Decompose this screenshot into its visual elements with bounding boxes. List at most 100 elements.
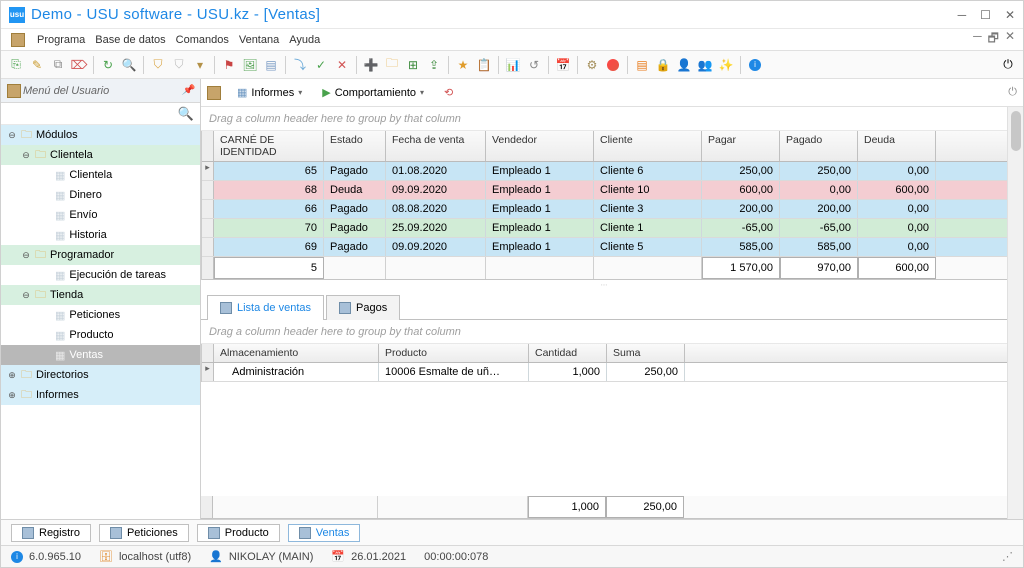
btab-peticiones[interactable]: Peticiones xyxy=(99,524,189,542)
col-deuda[interactable]: Deuda xyxy=(858,131,936,161)
col-vendedor[interactable]: Vendedor xyxy=(486,131,594,161)
tree-modulos[interactable]: ⊖🗀Módulos xyxy=(1,125,200,145)
gear-icon[interactable]: ⚙ xyxy=(583,56,601,74)
tree-clientela[interactable]: ⊖🗀Clientela xyxy=(1,145,200,165)
col-pagar[interactable]: Pagar xyxy=(702,131,780,161)
vertical-scrollbar[interactable] xyxy=(1007,107,1023,519)
chart-icon[interactable]: ▤ xyxy=(262,56,280,74)
search-icon[interactable]: 🔍 xyxy=(178,106,194,122)
menu-comandos[interactable]: Comandos xyxy=(176,34,229,46)
tree-dinero[interactable]: ▦Dinero xyxy=(1,185,200,205)
status-user: NIKOLAY (MAIN) xyxy=(229,551,314,563)
tree-tienda[interactable]: ⊖🗀Tienda xyxy=(1,285,200,305)
add-record-icon[interactable]: ➕ xyxy=(362,56,380,74)
info-icon[interactable]: i xyxy=(746,56,764,74)
col-product[interactable]: Producto xyxy=(379,344,529,362)
child-close-icon[interactable]: ✕ xyxy=(1005,29,1015,50)
col-sum[interactable]: Suma xyxy=(607,344,685,362)
menu-base-datos[interactable]: Base de datos xyxy=(95,34,165,46)
col-qty[interactable]: Cantidad xyxy=(529,344,607,362)
detail-tabs: Lista de ventas Pagos xyxy=(201,294,1007,320)
history-icon[interactable]: ↺ xyxy=(525,56,543,74)
close-button[interactable]: ✕ xyxy=(1005,8,1015,22)
tree-informes[interactable]: ⊕🗀Informes xyxy=(1,385,200,405)
cross-icon[interactable]: ✕ xyxy=(333,56,351,74)
splitter[interactable]: ∙∙∙ xyxy=(201,280,1007,288)
filter-icon[interactable]: ⛉ xyxy=(149,56,167,74)
refresh-icon[interactable]: ↻ xyxy=(99,56,117,74)
sidebar-header-icon xyxy=(7,84,21,98)
tree-historia[interactable]: ▦Historia xyxy=(1,225,200,245)
content-icon xyxy=(207,86,221,100)
tree-ejecucion[interactable]: ▦Ejecución de tareas xyxy=(1,265,200,285)
copy-icon[interactable]: ⧉ xyxy=(49,56,67,74)
btab-producto[interactable]: Producto xyxy=(197,524,280,542)
delete-icon[interactable]: ⌦ xyxy=(70,56,88,74)
user-icon[interactable]: 👤 xyxy=(675,56,693,74)
menu-ayuda[interactable]: Ayuda xyxy=(289,34,320,46)
tree-envio[interactable]: ▦Envío xyxy=(1,205,200,225)
power-icon[interactable]: ⏻ xyxy=(999,56,1017,74)
tab-pagos[interactable]: Pagos xyxy=(326,295,400,320)
resize-grip-icon[interactable]: ⋰ xyxy=(1002,550,1013,563)
table-row[interactable]: 69Pagado09.09.2020Empleado 1Cliente 5585… xyxy=(202,238,1007,257)
flag-icon[interactable]: ⚑ xyxy=(220,56,238,74)
sub-power-icon[interactable]: ⏻ xyxy=(1008,86,1017,99)
table-row[interactable]: ▸65Pagado01.08.2020Empleado 1Cliente 625… xyxy=(202,162,1007,181)
tree-producto[interactable]: ▦Producto xyxy=(1,325,200,345)
detail-row[interactable]: ▸ Administración 10006 Esmalte de uñ… 1,… xyxy=(202,363,1007,382)
new-icon[interactable]: ⎘ xyxy=(7,56,25,74)
col-estado[interactable]: Estado xyxy=(324,131,386,161)
export-excel-icon[interactable]: ⊞ xyxy=(404,56,422,74)
rss-icon[interactable]: ▤ xyxy=(633,56,651,74)
table-row[interactable]: 66Pagado08.08.2020Empleado 1Cliente 3200… xyxy=(202,200,1007,219)
informes-button[interactable]: ▦Informes▾ xyxy=(231,84,308,101)
users-icon[interactable]: 👥 xyxy=(696,56,714,74)
table-row[interactable]: 70Pagado25.09.2020Empleado 1Cliente 1-65… xyxy=(202,219,1007,238)
menu-programa[interactable]: Programa xyxy=(37,34,85,46)
tree-clientela-sub[interactable]: ▦Clientela xyxy=(1,165,200,185)
wand-icon[interactable]: ✨ xyxy=(717,56,735,74)
maximize-button[interactable]: ☐ xyxy=(980,8,991,22)
col-id[interactable]: CARNÉ DE IDENTIDAD xyxy=(214,131,324,161)
window-controls: ─ ☐ ✕ xyxy=(958,8,1015,22)
tree-programador[interactable]: ⊖🗀Programador xyxy=(1,245,200,265)
comportamiento-button[interactable]: ▶Comportamiento▾ xyxy=(316,84,430,101)
tab-lista-ventas[interactable]: Lista de ventas xyxy=(207,295,324,320)
child-restore-icon[interactable]: 🗗 xyxy=(988,29,999,50)
col-store[interactable]: Almacenamiento xyxy=(214,344,379,362)
image-icon[interactable]: 🖼 xyxy=(241,56,259,74)
import-icon[interactable]: ⤵ xyxy=(291,56,309,74)
grid-footer: 5 1 570,00 970,00 600,00 xyxy=(202,257,1007,280)
star-icon[interactable]: ★ xyxy=(454,56,472,74)
child-minimize-icon[interactable]: ─ xyxy=(973,29,982,50)
calendar-icon[interactable]: 📅 xyxy=(554,56,572,74)
search-icon[interactable]: 🔍 xyxy=(120,56,138,74)
db-icon: 🗄 xyxy=(99,550,113,563)
export-icon[interactable]: ⇪ xyxy=(425,56,443,74)
tree-directorios[interactable]: ⊕🗀Directorios xyxy=(1,365,200,385)
reload-button[interactable]: ⟲ xyxy=(438,84,459,101)
pin-icon[interactable]: 📌 xyxy=(182,85,194,96)
stats-icon[interactable]: 📊 xyxy=(504,56,522,74)
tree-peticiones[interactable]: ▦Peticiones xyxy=(1,305,200,325)
menu-ventana[interactable]: Ventana xyxy=(239,34,279,46)
status-time: 00:00:00:078 xyxy=(424,551,488,563)
filter-clear-icon[interactable]: ⛉ xyxy=(170,56,188,74)
col-pagado[interactable]: Pagado xyxy=(780,131,858,161)
lock-icon[interactable]: 🔒 xyxy=(654,56,672,74)
btab-registro[interactable]: Registro xyxy=(11,524,91,542)
col-fecha[interactable]: Fecha de venta xyxy=(386,131,486,161)
btab-ventas[interactable]: Ventas xyxy=(288,524,361,542)
col-cliente[interactable]: Cliente xyxy=(594,131,702,161)
palette-icon[interactable] xyxy=(604,56,622,74)
edit-icon[interactable]: ✎ xyxy=(28,56,46,74)
tree-ventas[interactable]: ▦Ventas xyxy=(1,345,200,365)
filter-funnel-icon[interactable]: ▾ xyxy=(191,56,209,74)
clipboard-icon[interactable]: 📋 xyxy=(475,56,493,74)
table-row[interactable]: 68Deuda09.09.2020Empleado 1Cliente 10600… xyxy=(202,181,1007,200)
folder-icon[interactable]: 🗀 xyxy=(383,56,401,74)
minimize-button[interactable]: ─ xyxy=(958,8,967,22)
check-icon[interactable]: ✓ xyxy=(312,56,330,74)
statusbar: i6.0.965.10 🗄localhost (utf8) 👤NIKOLAY (… xyxy=(1,545,1023,567)
